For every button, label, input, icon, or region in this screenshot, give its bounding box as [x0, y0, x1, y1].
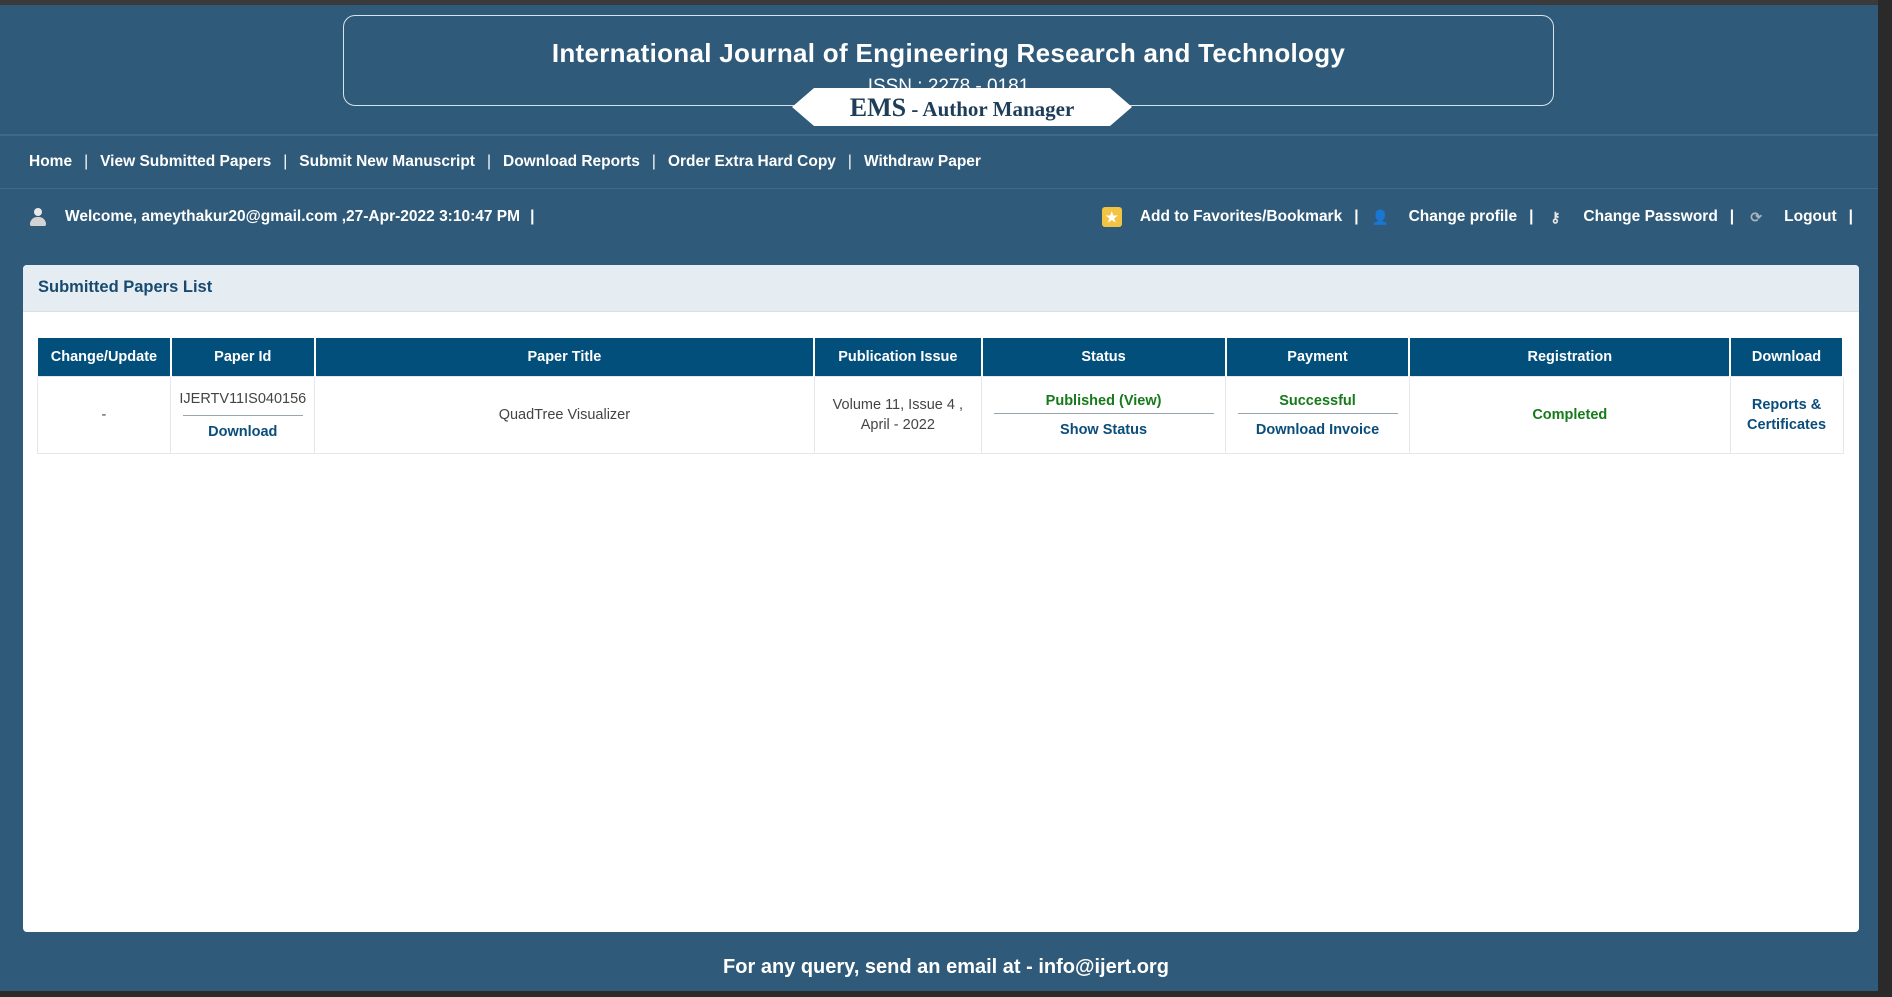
reports-certificates-line2: Certificates	[1747, 417, 1827, 433]
panel-header: Submitted Papers List	[23, 265, 1859, 312]
nav-withdraw-paper[interactable]: Withdraw Paper	[864, 153, 981, 170]
profile-icon: 👤	[1371, 209, 1390, 225]
column-header: Payment	[1224, 338, 1411, 377]
ems-title: EMS	[849, 93, 907, 122]
main-nav: Home | View Submitted Papers | Submit New Ma…	[29, 153, 981, 171]
reports-certificates-line1: Reports &	[1751, 397, 1822, 413]
nav-separator: |	[84, 153, 89, 170]
change-password-link[interactable]: Change Password	[1583, 208, 1717, 226]
nav-submit-new-manuscript[interactable]: Submit New Manuscript	[299, 153, 475, 170]
column-header: Paper Id	[169, 338, 316, 377]
submitted-papers-panel: Submitted Papers List Change/Update Pape…	[23, 265, 1859, 932]
download-invoice-link[interactable]: Download Invoice	[1256, 422, 1379, 438]
change-update-cell: -	[36, 376, 172, 454]
column-header: Registration	[1408, 338, 1732, 377]
panel-title: Submitted Papers List	[38, 278, 213, 296]
welcome-separator: |	[530, 208, 535, 225]
payment-status: Successful	[1279, 392, 1356, 409]
nav-home[interactable]: Home	[29, 153, 72, 170]
key-icon: ⚷	[1550, 209, 1561, 225]
column-header: Publication Issue	[813, 338, 983, 377]
nav-view-submitted-papers[interactable]: View Submitted Papers	[100, 153, 271, 170]
paper-id: IJERTV11IS040156	[179, 390, 307, 407]
action-separator: |	[1529, 208, 1534, 225]
cell-divider	[1237, 412, 1398, 414]
nav-divider	[0, 134, 1878, 136]
welcome-bar: Welcome, ameythakur20@gmail.com ,27-Apr-…	[29, 207, 534, 227]
cell-divider	[993, 412, 1214, 414]
submitted-papers-table: Change/Update Paper Id Paper Title Publi…	[36, 338, 1844, 454]
add-bookmark-link[interactable]: Add to Favorites/Bookmark	[1140, 208, 1342, 226]
column-header: Status	[980, 338, 1227, 377]
registration-cell: Completed	[1408, 376, 1731, 454]
nav-separator: |	[651, 153, 656, 170]
paper-download-link[interactable]: Download	[208, 424, 277, 440]
browser-top-strip	[0, 0, 1892, 5]
paper-id-cell: IJERTV11IS040156 Download	[170, 376, 316, 454]
logout-link[interactable]: Logout	[1784, 208, 1837, 226]
cell-divider	[182, 414, 303, 416]
publication-issue-cell: Volume 11, Issue 4 , April - 2022	[813, 376, 983, 454]
publication-issue-volume: Volume 11, Issue 4 ,	[832, 397, 963, 413]
ems-author-manager-label: EMS - Author Manager	[792, 88, 1132, 126]
action-separator: |	[1848, 208, 1853, 225]
column-header: Download	[1729, 338, 1844, 377]
show-status-link[interactable]: Show Status	[1060, 422, 1147, 438]
account-actions: ★ Add to Favorites/Bookmark | 👤 Change p…	[1101, 207, 1853, 227]
payment-cell: Successful Download Invoice	[1225, 376, 1410, 454]
journal-title: International Journal of Engineering Res…	[551, 38, 1346, 68]
nav-separator: |	[486, 153, 491, 170]
publication-issue-date: April - 2022	[860, 417, 935, 433]
star-icon: ★	[1101, 207, 1122, 227]
nav-order-extra-hard-copy[interactable]: Order Extra Hard Copy	[668, 153, 836, 170]
column-header: Change/Update	[36, 338, 172, 377]
action-separator: |	[1354, 208, 1359, 225]
scrollbar-track[interactable]	[1878, 0, 1892, 997]
nav-download-reports[interactable]: Download Reports	[503, 153, 640, 170]
browser-bottom-strip	[0, 991, 1892, 997]
paper-title-cell: QuadTree Visualizer	[314, 376, 815, 454]
reports-certificates-link[interactable]: Reports & Certificates	[1747, 397, 1826, 433]
download-cell: Reports & Certificates	[1729, 376, 1844, 454]
column-header: Paper Title	[313, 338, 816, 377]
user-icon	[29, 207, 47, 227]
subnav-divider	[0, 188, 1878, 189]
nav-separator: |	[283, 153, 288, 170]
published-view-link[interactable]: Published (View)	[1046, 393, 1162, 409]
change-profile-link[interactable]: Change profile	[1409, 208, 1518, 226]
table-header-row: Change/Update Paper Id Paper Title Publi…	[36, 338, 1844, 377]
action-separator: |	[1729, 208, 1735, 225]
nav-separator: |	[847, 153, 852, 170]
welcome-text: Welcome, ameythakur20@gmail.com ,27-Apr-…	[65, 208, 521, 225]
registration-status: Completed	[1532, 407, 1608, 423]
logout-icon: ⟳	[1750, 209, 1762, 225]
table-row: - IJERTV11IS040156 Download QuadTree Vis…	[36, 376, 1844, 454]
status-cell: Published (View) Show Status	[981, 376, 1227, 454]
ems-subtitle: - Author Manager	[906, 97, 1075, 121]
footer-contact: For any query, send an email at - info@i…	[723, 956, 1169, 978]
